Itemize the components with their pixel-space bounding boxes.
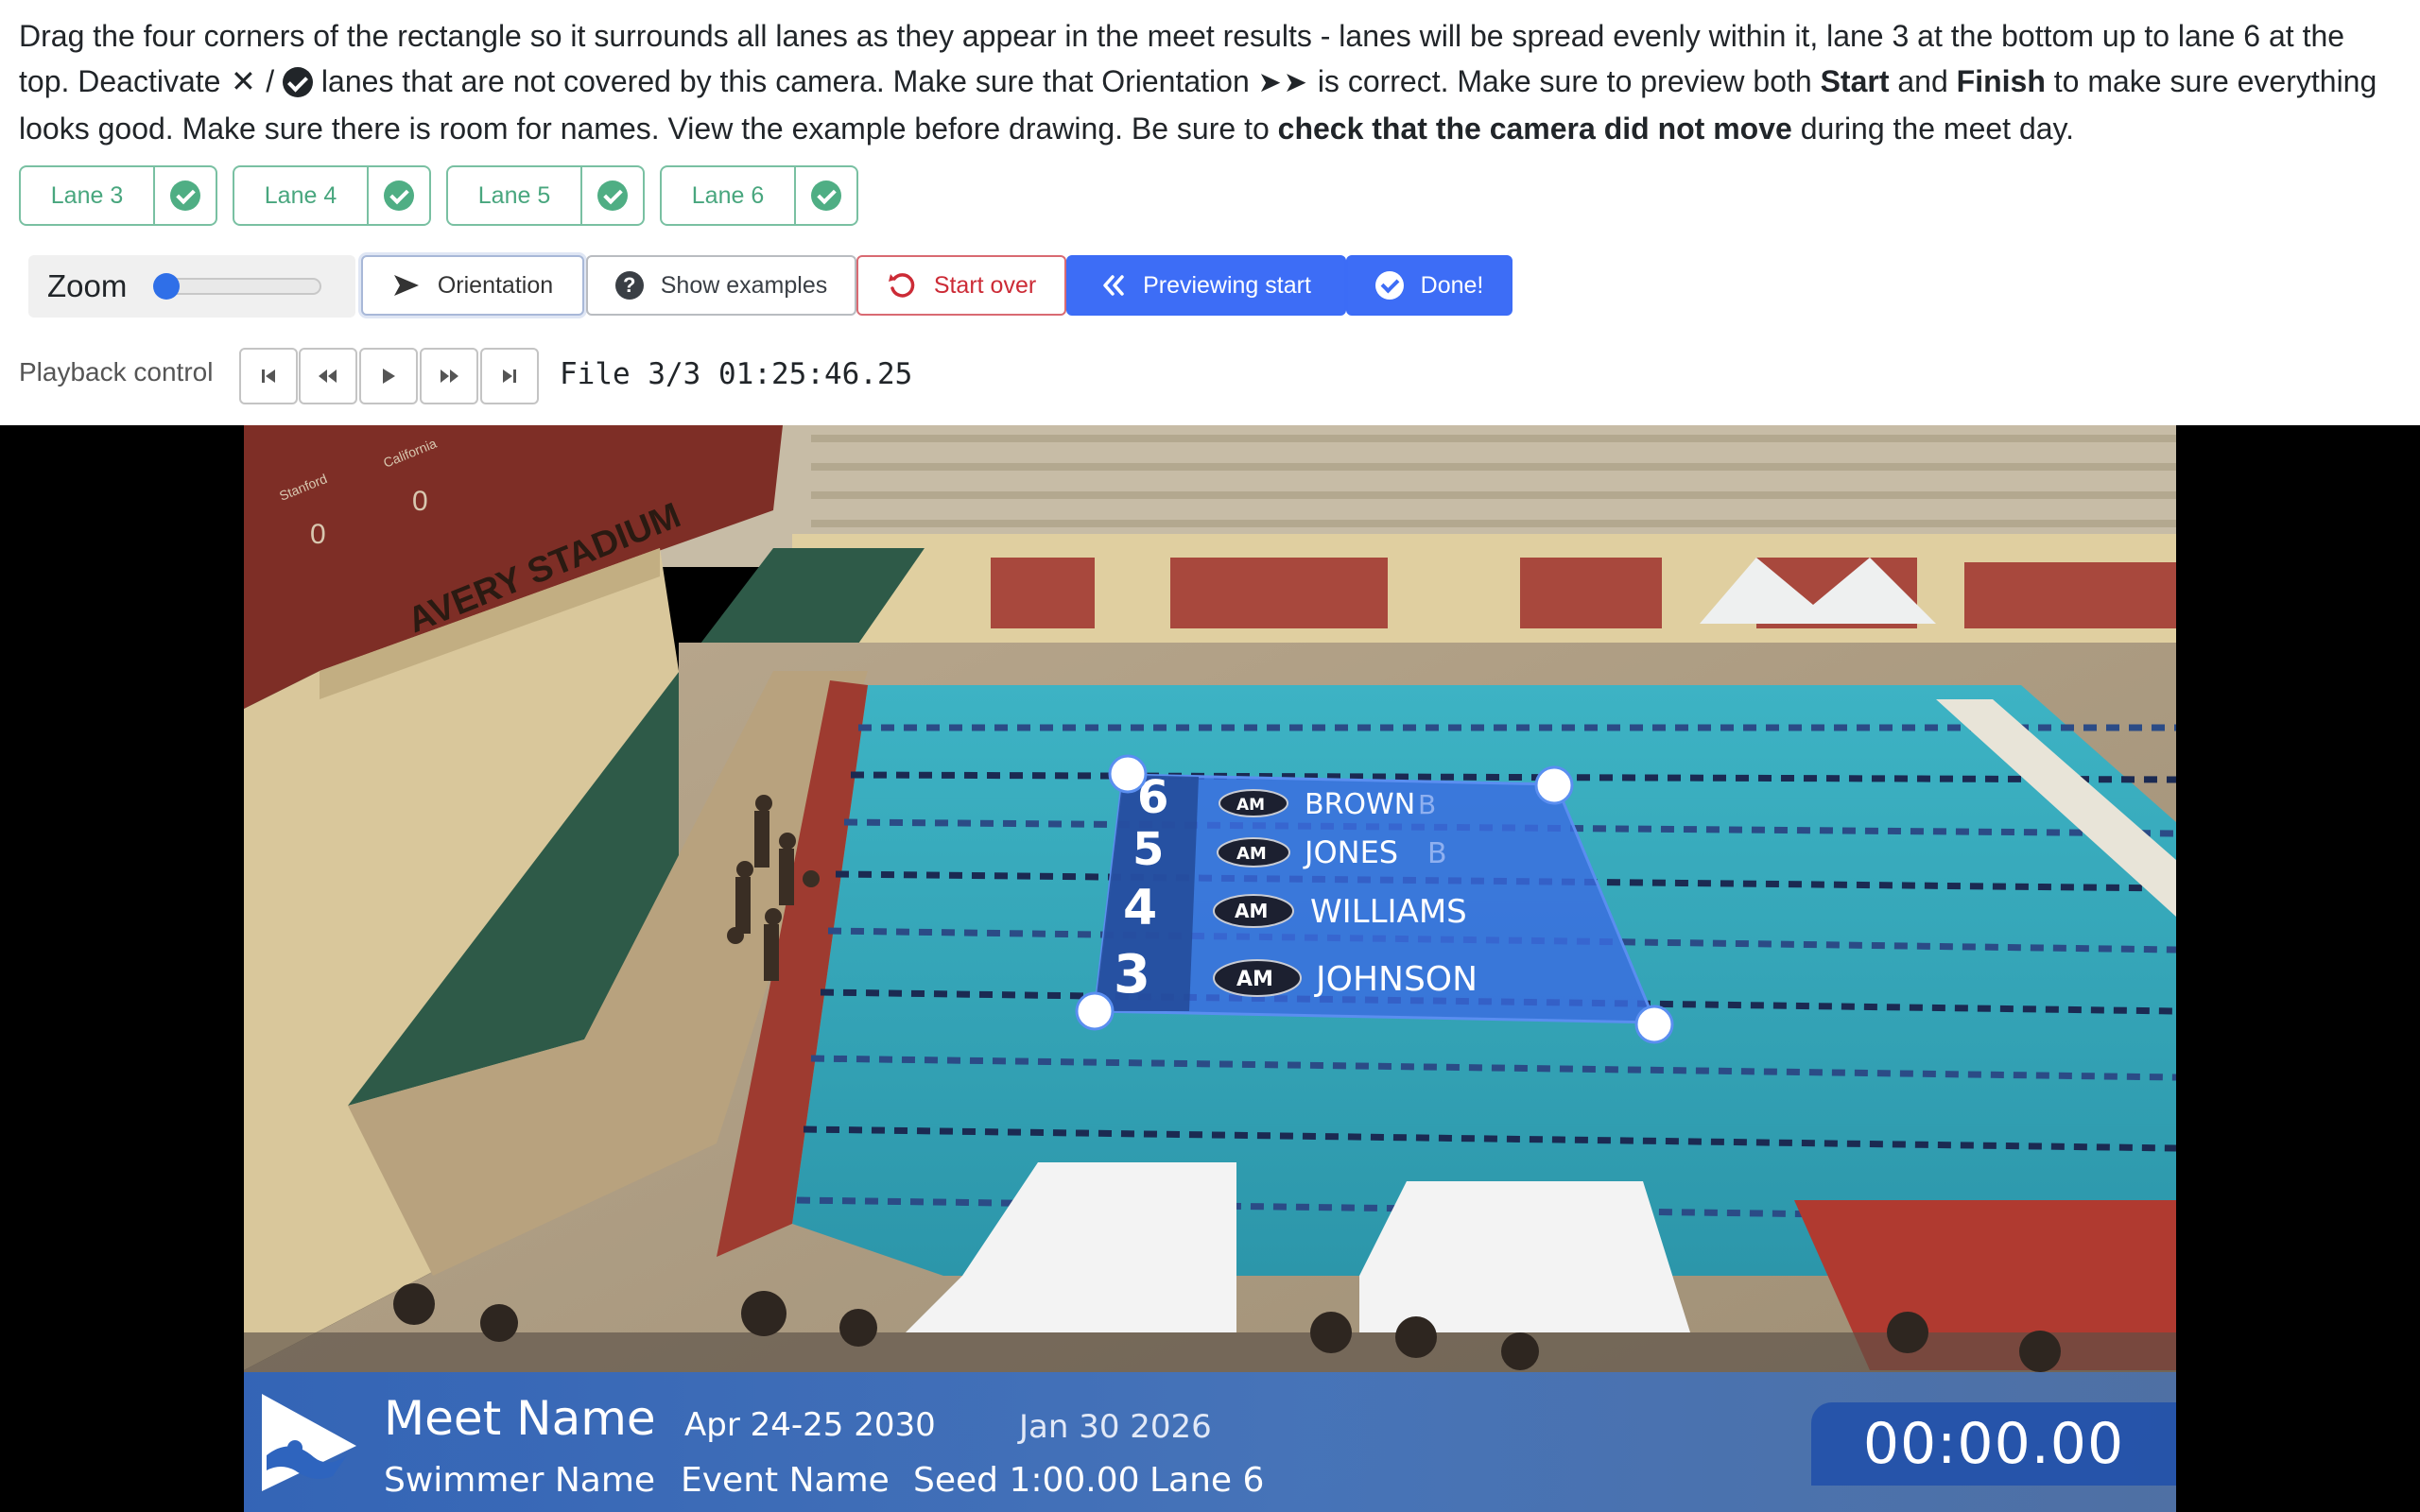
file-status-readout: File 3/3 01:25:46.25 — [560, 357, 913, 391]
lane-group-3: Lane 3 — [19, 165, 217, 226]
previewing-start-button[interactable]: Previewing start — [1066, 255, 1346, 316]
orientation-button-label: Orientation — [437, 271, 554, 299]
swimmer-name-field: Swimmer Name — [384, 1461, 656, 1500]
lane-group-6: Lane 6 — [660, 165, 858, 226]
lane-number: 4 — [1123, 880, 1157, 936]
lower-third-graphic: Meet Name Apr 24-25 2030 Jan 30 2026 Swi… — [244, 1372, 2176, 1512]
badge-logo-text: AM — [1236, 796, 1265, 815]
check-circle-icon — [1374, 271, 1404, 300]
meet-name: Meet Name — [384, 1391, 656, 1446]
race-timer: 00:00.00 — [1811, 1402, 2176, 1486]
pool-scene: AVERY STADIUM Stanford 0 California 0 6 … — [244, 425, 2176, 1512]
lane-group-5: Lane 5 — [446, 165, 645, 226]
orientation-button[interactable]: Orientation — [361, 255, 584, 316]
wall-panel — [991, 558, 1095, 628]
zoom-slider[interactable] — [153, 273, 322, 300]
check-circle-icon — [384, 180, 414, 211]
lane-4-toggle[interactable] — [369, 165, 431, 226]
play-icon — [383, 369, 395, 384]
badge-logo-text: AM — [1235, 900, 1268, 922]
previewing-start-button-label: Previewing start — [1143, 271, 1311, 299]
wave-logo-icon — [262, 1394, 356, 1491]
play-button[interactable] — [359, 348, 418, 404]
done-button-label: Done! — [1420, 271, 1484, 299]
rewind-button[interactable] — [299, 348, 357, 404]
seed-time-field: Seed 1:00.00 — [913, 1461, 1140, 1500]
skip-to-start-button[interactable] — [239, 348, 298, 404]
instructions-finish-word: Finish — [1956, 64, 2046, 98]
badge-logo-text: AM — [1236, 844, 1267, 864]
skip-start-icon — [262, 369, 275, 383]
corner-handle-top-left[interactable] — [1108, 754, 1148, 794]
lane-number: 3 — [1114, 944, 1150, 1005]
check-circle-icon — [283, 67, 314, 97]
lane-4-button[interactable]: Lane 4 — [233, 165, 369, 226]
wall-panel — [1170, 558, 1388, 628]
lane-3-toggle[interactable] — [155, 165, 217, 226]
arrow-right-icon — [393, 275, 419, 296]
undo-icon — [888, 273, 915, 298]
lane-number: 5 — [1132, 823, 1164, 876]
instructions-part-3: is correct. Make sure to preview both — [1317, 64, 1812, 98]
instructions-part-2: lanes that are not covered by this camer… — [320, 64, 1250, 98]
lane-group-4: Lane 4 — [233, 165, 431, 226]
tent-right — [1359, 1181, 1690, 1332]
instructions-start-word: Start — [1820, 64, 1890, 98]
wall-panel — [1964, 562, 2176, 628]
current-date: Jan 30 2026 — [1019, 1408, 1212, 1446]
orientation-arrows-icon: ➤➤ — [1257, 67, 1309, 98]
skip-end-icon — [503, 369, 516, 383]
video-area: AVERY STADIUM Stanford 0 California 0 6 … — [0, 425, 2420, 1512]
instructions-text: Drag the four corners of the rectangle s… — [19, 13, 2401, 151]
lane-toggle-group: Lane 3 Lane 4 Lane 5 Lane 6 — [19, 165, 858, 226]
start-over-button[interactable]: Start over — [856, 255, 1066, 316]
question-icon: ? — [614, 271, 644, 300]
lane-3-button[interactable]: Lane 3 — [19, 165, 155, 226]
zoom-label: Zoom — [47, 268, 128, 303]
show-examples-button[interactable]: ? Show examples — [586, 255, 856, 316]
check-circle-icon — [811, 180, 841, 211]
event-name-field: Event Name — [681, 1461, 890, 1500]
check-circle-icon — [597, 180, 628, 211]
scoreboard-left-score: 0 — [310, 519, 326, 550]
instructions-bold-check: check that the camera did not move — [1277, 112, 1792, 146]
check-circle-icon — [170, 180, 200, 211]
instructions-part-5: during the meet day. — [1800, 112, 2075, 146]
instructions-slash: / — [266, 64, 275, 98]
skip-to-end-button[interactable] — [480, 348, 539, 404]
playback-control-label: Playback control — [19, 357, 214, 387]
lane-field: Lane 6 — [1150, 1461, 1265, 1500]
swimmer-name-ghost: B — [1427, 837, 1447, 870]
lane-6-toggle[interactable] — [796, 165, 858, 226]
fast-forward-icon — [441, 369, 458, 383]
lane-5-button[interactable]: Lane 5 — [446, 165, 582, 226]
meet-dates: Apr 24-25 2030 — [684, 1406, 936, 1444]
start-over-button-label: Start over — [933, 271, 1037, 299]
lane-5-toggle[interactable] — [582, 165, 645, 226]
corner-handle-bottom-right[interactable] — [1634, 1005, 1674, 1044]
rewind-icon — [319, 369, 337, 383]
instructions-and-word: and — [1897, 64, 1948, 98]
zoom-control: Zoom — [28, 255, 355, 318]
done-button[interactable]: Done! — [1346, 255, 1512, 316]
swimmer-name: BROWN — [1305, 788, 1415, 821]
corner-handle-top-right[interactable] — [1534, 765, 1574, 805]
lane-6-button[interactable]: Lane 6 — [660, 165, 796, 226]
swimmer-name: JOHNSON — [1314, 960, 1478, 999]
show-examples-button-label: Show examples — [660, 271, 828, 299]
zoom-slider-thumb[interactable] — [153, 273, 181, 300]
fast-forward-button[interactable] — [420, 348, 478, 404]
scoreboard-right-score: 0 — [412, 486, 428, 517]
wall-panel — [1520, 558, 1662, 628]
swimmer-name-ghost: B — [1418, 789, 1436, 820]
corner-handle-bottom-left[interactable] — [1075, 991, 1115, 1031]
double-chevron-left-icon — [1103, 275, 1124, 296]
badge-logo-text: AM — [1236, 968, 1273, 991]
swimmer-name: WILLIAMS — [1310, 893, 1467, 931]
swimmer-name: JONES — [1303, 834, 1398, 870]
close-icon: ✕ — [230, 64, 256, 98]
video-frame: AVERY STADIUM Stanford 0 California 0 6 … — [244, 425, 2176, 1512]
